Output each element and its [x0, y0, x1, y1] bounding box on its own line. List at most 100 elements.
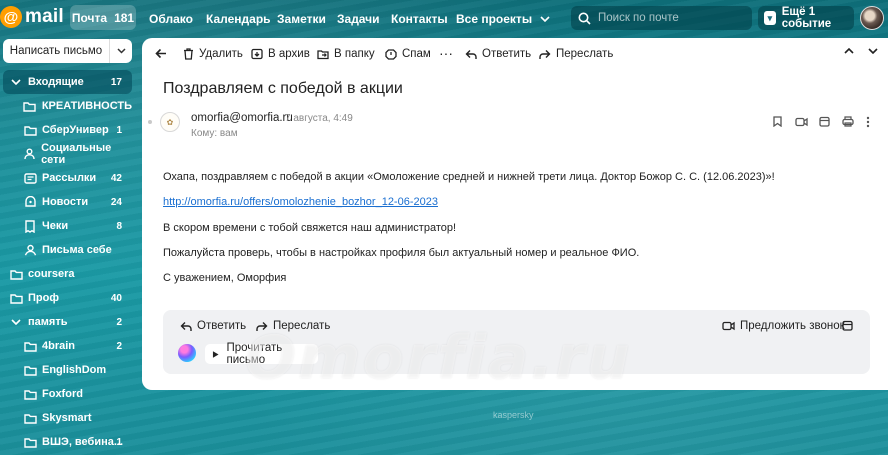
self-mail-icon: [23, 243, 37, 257]
forward-label: Переслать: [556, 48, 614, 60]
trash-icon: [184, 48, 193, 60]
sender-avatar[interactable]: ✿: [160, 112, 180, 132]
folder-label: coursera: [28, 268, 75, 280]
folder-pamyat[interactable]: память 2: [3, 310, 132, 334]
folder-social[interactable]: Социальные сети: [3, 142, 132, 166]
back-button[interactable]: [155, 48, 167, 59]
folder-self-mail[interactable]: Письма себе: [3, 238, 132, 262]
mail-logo[interactable]: @ mail: [0, 6, 64, 28]
reply-button[interactable]: Ответить: [465, 48, 531, 60]
move-to-folder-button[interactable]: В папку: [317, 48, 375, 60]
upcoming-event-button[interactable]: ▾ Ещё 1 событие: [758, 6, 854, 30]
suggest-call-button[interactable]: Предложить звонок: [722, 320, 845, 332]
unread-dot[interactable]: [148, 120, 152, 124]
chevron-down-icon[interactable]: [9, 315, 23, 329]
folder-kreativnost[interactable]: КРЕАТИВНОСТЬ: [3, 94, 132, 118]
calendar-icon: ▾: [764, 11, 776, 25]
play-icon: [212, 350, 219, 358]
compose-button[interactable]: Написать письмо: [3, 45, 109, 57]
quick-reply-panel: Ответить Переслать Предложить звонок Про…: [163, 310, 870, 374]
user-avatar[interactable]: [860, 6, 884, 30]
folder-label: СберУнивер: [42, 124, 109, 136]
message-reader: Удалить В архив В папку Спам ··· Ответит…: [142, 38, 888, 390]
folder-icon: [23, 363, 37, 377]
folder-label: Skysmart: [42, 412, 92, 424]
folder-label: Foxford: [42, 388, 83, 400]
spam-icon: [385, 49, 397, 60]
spam-button[interactable]: Спам: [385, 48, 431, 60]
folder-sberuniver[interactable]: СберУнивер 1: [3, 118, 132, 142]
search-input[interactable]: Поиск по почте: [571, 6, 752, 30]
folder-newsletters[interactable]: Рассылки 42: [3, 166, 132, 190]
folder-count: 8: [116, 220, 122, 232]
quick-calendar-button[interactable]: [842, 320, 853, 331]
reply-icon: [465, 49, 477, 59]
folder-count: 2: [116, 316, 122, 328]
chevron-down-icon: [540, 16, 550, 22]
calendar-icon: [819, 116, 830, 127]
video-call-button[interactable]: [795, 116, 808, 130]
message-more-button[interactable]: [866, 116, 870, 131]
folder-icon: [9, 291, 23, 305]
quick-forward-button[interactable]: Переслать: [256, 320, 330, 332]
forward-button[interactable]: Переслать: [539, 48, 613, 60]
nav-contacts[interactable]: Контакты: [391, 12, 448, 26]
archive-button[interactable]: В архив: [251, 48, 310, 60]
archive-label: В архив: [268, 48, 310, 60]
nav-calendar[interactable]: Календарь: [206, 12, 271, 26]
message-date: 7 августа, 4:49: [285, 113, 353, 124]
newsletter-icon: [23, 171, 37, 185]
folder-foxford[interactable]: Foxford: [3, 382, 132, 406]
body-paragraph-3: Пожалуйста проверь, чтобы в настройках п…: [163, 247, 640, 259]
nav-notes[interactable]: Заметки: [277, 12, 326, 26]
search-icon: [578, 12, 591, 25]
video-call-icon: [795, 117, 808, 127]
read-aloud-button[interactable]: Прочитать письмо: [205, 342, 318, 366]
quick-reply-label: Ответить: [197, 320, 247, 332]
folder-hse-webinars[interactable]: ВШЭ, вебина... 1: [3, 430, 132, 454]
search-placeholder: Поиск по почте: [598, 12, 679, 24]
body-offer-link[interactable]: http://omorfia.ru/offers/omolozhenie_boz…: [163, 196, 438, 208]
folder-count: 17: [110, 76, 122, 88]
logo-text: mail: [25, 6, 64, 27]
folder-skysmart[interactable]: Skysmart: [3, 406, 132, 430]
quick-reply-button[interactable]: Ответить: [180, 320, 246, 332]
folder-icon: [23, 339, 37, 353]
read-aloud-label: Прочитать письмо: [226, 342, 283, 366]
folder-icon: [23, 123, 37, 137]
nav-cloud[interactable]: Облако: [149, 12, 193, 26]
folder-receipts[interactable]: Чеки 8: [3, 214, 132, 238]
folder-4brain[interactable]: 4brain 2: [3, 334, 132, 358]
quick-forward-label: Переслать: [273, 320, 331, 332]
delete-button[interactable]: Удалить: [183, 48, 243, 60]
nav-all-projects[interactable]: Все проекты: [456, 12, 550, 26]
kaspersky-watermark: kaspersky: [493, 410, 534, 420]
folder-count: 1: [116, 124, 122, 136]
folder-news[interactable]: Новости 24: [3, 190, 132, 214]
more-button[interactable]: ···: [439, 45, 453, 61]
folder-coursera[interactable]: coursera: [3, 262, 132, 286]
folder-inbox[interactable]: Входящие 17: [3, 70, 132, 94]
at-logo-icon: @: [0, 6, 22, 28]
next-message-button[interactable]: [868, 48, 878, 54]
compose-dropdown-button[interactable]: [110, 46, 132, 57]
bookmark-button[interactable]: [773, 116, 782, 130]
print-icon: [842, 116, 854, 127]
folder-label: EnglishDom: [42, 364, 107, 376]
previous-message-button[interactable]: [844, 48, 854, 54]
calendar-event-button[interactable]: [819, 116, 830, 130]
folder-label: Письма себе: [42, 244, 112, 256]
print-button[interactable]: [842, 116, 854, 130]
news-icon: [23, 195, 37, 209]
ai-assistant-icon[interactable]: [178, 344, 196, 362]
folder-prof[interactable]: Проф 40: [3, 286, 132, 310]
nav-mail-tab[interactable]: Почта 181: [70, 5, 136, 30]
sender-address[interactable]: omorfia@omorfia.ru: [191, 112, 293, 124]
nav-tasks[interactable]: Задачи: [337, 12, 380, 26]
folder-label: КРЕАТИВНОСТЬ: [41, 100, 132, 112]
message-toolbar: Удалить В архив В папку Спам ··· Ответит…: [142, 38, 888, 72]
reply-icon: [180, 321, 192, 331]
chevron-down-icon[interactable]: [9, 75, 23, 89]
more-vertical-icon: [866, 116, 870, 128]
folder-englishdom[interactable]: EnglishDom: [3, 358, 132, 382]
